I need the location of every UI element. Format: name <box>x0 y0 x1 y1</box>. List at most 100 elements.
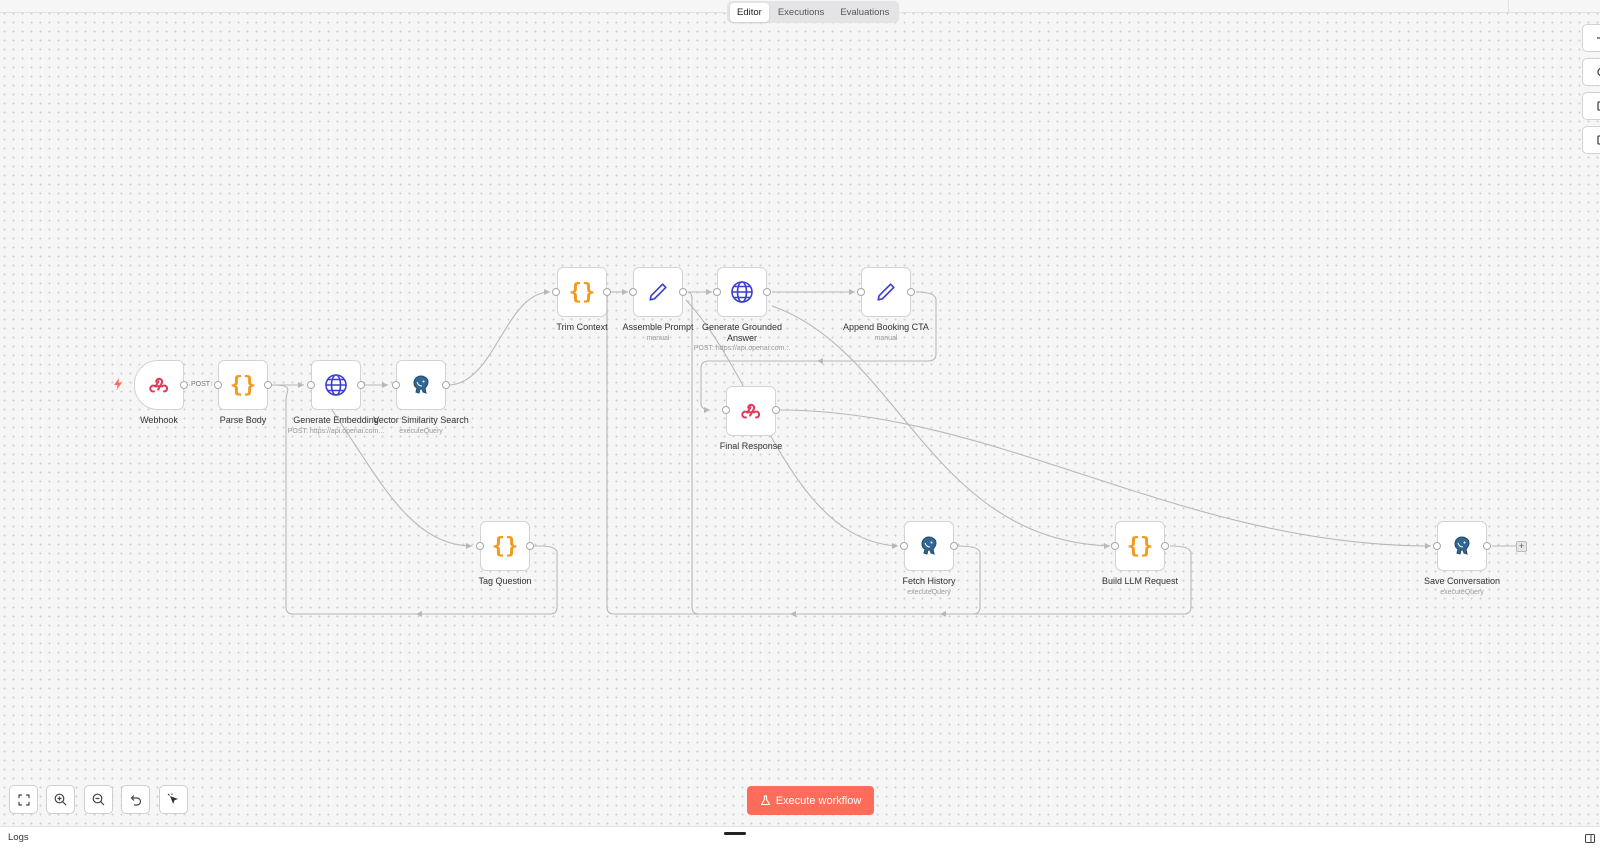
handle-assemble-in[interactable] <box>629 288 637 296</box>
arrow-embedding <box>298 382 304 388</box>
handle-answer-out[interactable] <box>763 288 771 296</box>
logs-drag-handle[interactable] <box>724 832 746 835</box>
node-tag-question[interactable]: {} <box>480 521 530 571</box>
node-save-conversation-subtitle: executeQuery <box>1440 589 1484 596</box>
arrow-save <box>1425 543 1431 549</box>
handle-cta-in[interactable] <box>857 288 865 296</box>
add-node-plus-button[interactable]: + <box>1516 541 1527 552</box>
tidy-up-button[interactable] <box>159 785 188 814</box>
handle-final-out[interactable] <box>772 406 780 414</box>
node-generate-answer-title: Generate Grounded Answer <box>701 322 783 343</box>
arrow-loop-1 <box>416 611 422 617</box>
undo-icon <box>130 795 142 806</box>
node-build-llm-request-title: Build LLM Request <box>1101 576 1179 586</box>
handle-parse-out[interactable] <box>264 381 272 389</box>
handle-assemble-out[interactable] <box>679 288 687 296</box>
arrow-tag <box>466 543 472 549</box>
handle-build-in[interactable] <box>1111 542 1119 550</box>
arrow-cta <box>849 289 855 295</box>
arrow-build <box>1104 543 1110 549</box>
postgres-elephant-icon <box>921 536 937 555</box>
cursor-sparkle-icon <box>167 793 178 804</box>
zoom-out-button[interactable] <box>84 785 113 814</box>
node-append-cta[interactable] <box>861 267 911 317</box>
node-generate-embedding[interactable] <box>311 360 361 410</box>
pencil-icon <box>877 283 895 301</box>
zoom-to-fit-button[interactable] <box>9 785 38 814</box>
search-nodes-button[interactable] <box>1582 58 1600 86</box>
code-braces-icon: {} <box>229 372 257 398</box>
arrow-fetch <box>892 543 898 549</box>
handle-vector-out[interactable] <box>442 381 450 389</box>
handle-tag-out[interactable] <box>526 542 534 550</box>
sticky-note-button[interactable] <box>1582 92 1600 120</box>
handle-embedding-in[interactable] <box>307 381 315 389</box>
arrow-trim <box>544 289 550 295</box>
handle-save-in[interactable] <box>1433 542 1441 550</box>
node-parse-body[interactable]: {} <box>218 360 268 410</box>
arrow-vector <box>382 382 388 388</box>
arrow-answer <box>706 289 712 295</box>
node-vector-search[interactable] <box>396 360 446 410</box>
code-braces-icon: {} <box>1126 533 1154 559</box>
node-final-response[interactable] <box>726 386 776 436</box>
handle-parse-in[interactable] <box>214 381 222 389</box>
node-generate-answer[interactable] <box>717 267 767 317</box>
zoom-in-button[interactable] <box>46 785 75 814</box>
arrow-loop-4 <box>817 358 823 364</box>
zoom-out-icon <box>92 793 105 806</box>
node-save-conversation-title: Save Conversation <box>1423 576 1501 586</box>
node-build-llm-request[interactable]: {} <box>1115 521 1165 571</box>
handle-save-out[interactable] <box>1483 542 1491 550</box>
handle-tag-in[interactable] <box>476 542 484 550</box>
webhook-icon <box>741 403 761 419</box>
handle-trim-out[interactable] <box>603 288 611 296</box>
handle-fetch-in[interactable] <box>900 542 908 550</box>
node-trim-context[interactable]: {} <box>557 267 607 317</box>
globe-icon <box>731 281 753 303</box>
logs-bar[interactable]: Logs <box>0 826 1600 849</box>
execute-workflow-button[interactable]: Execute workflow <box>747 786 874 815</box>
node-final-response-title: Final Response <box>719 441 783 451</box>
arrow-loop-3 <box>940 611 946 617</box>
postgres-elephant-icon <box>1454 536 1470 555</box>
node-vector-search-subtitle: executeQuery <box>399 428 443 435</box>
execute-workflow-label: Execute workflow <box>775 794 862 807</box>
handle-webhook-out[interactable] <box>180 381 188 389</box>
edge-vector-trim <box>447 291 551 386</box>
node-tag-question-title: Tag Question <box>478 576 532 586</box>
flask-icon <box>760 795 770 806</box>
code-braces-icon: {} <box>491 533 519 559</box>
node-fetch-history[interactable] <box>904 521 954 571</box>
postgres-elephant-icon <box>413 375 429 394</box>
node-append-cta-title: Append Booking CTA <box>843 322 929 332</box>
arrow-loop-2 <box>790 611 796 617</box>
node-webhook[interactable] <box>134 360 184 410</box>
arrow-assemble <box>622 289 628 295</box>
node-assemble-prompt[interactable] <box>633 267 683 317</box>
node-save-conversation[interactable] <box>1437 521 1487 571</box>
webhook-icon <box>149 377 169 393</box>
node-fetch-history-subtitle: executeQuery <box>907 589 951 596</box>
handle-build-out[interactable] <box>1161 542 1169 550</box>
logs-panel-icon[interactable] <box>1585 834 1595 843</box>
handle-final-in[interactable] <box>722 406 730 414</box>
handle-embedding-out[interactable] <box>357 381 365 389</box>
handle-vector-in[interactable] <box>392 381 400 389</box>
handle-cta-out[interactable] <box>907 288 915 296</box>
node-vector-search-title: Vector Similarity Search <box>373 415 469 425</box>
add-node-button[interactable] <box>1582 24 1600 52</box>
reset-zoom-button[interactable] <box>121 785 150 814</box>
toggle-panel-button[interactable] <box>1582 126 1600 154</box>
globe-icon <box>325 374 347 396</box>
handle-fetch-out[interactable] <box>950 542 958 550</box>
node-fetch-history-title: Fetch History <box>902 576 956 586</box>
node-append-cta-subtitle: manual <box>874 335 898 342</box>
arrow-final <box>704 407 710 413</box>
edge-final-save <box>777 409 1432 547</box>
handle-trim-in[interactable] <box>552 288 560 296</box>
handle-answer-in[interactable] <box>713 288 721 296</box>
fit-view-icon <box>17 793 30 806</box>
edge-label-post: POST <box>190 381 212 388</box>
trigger-bolt-icon <box>114 378 122 390</box>
